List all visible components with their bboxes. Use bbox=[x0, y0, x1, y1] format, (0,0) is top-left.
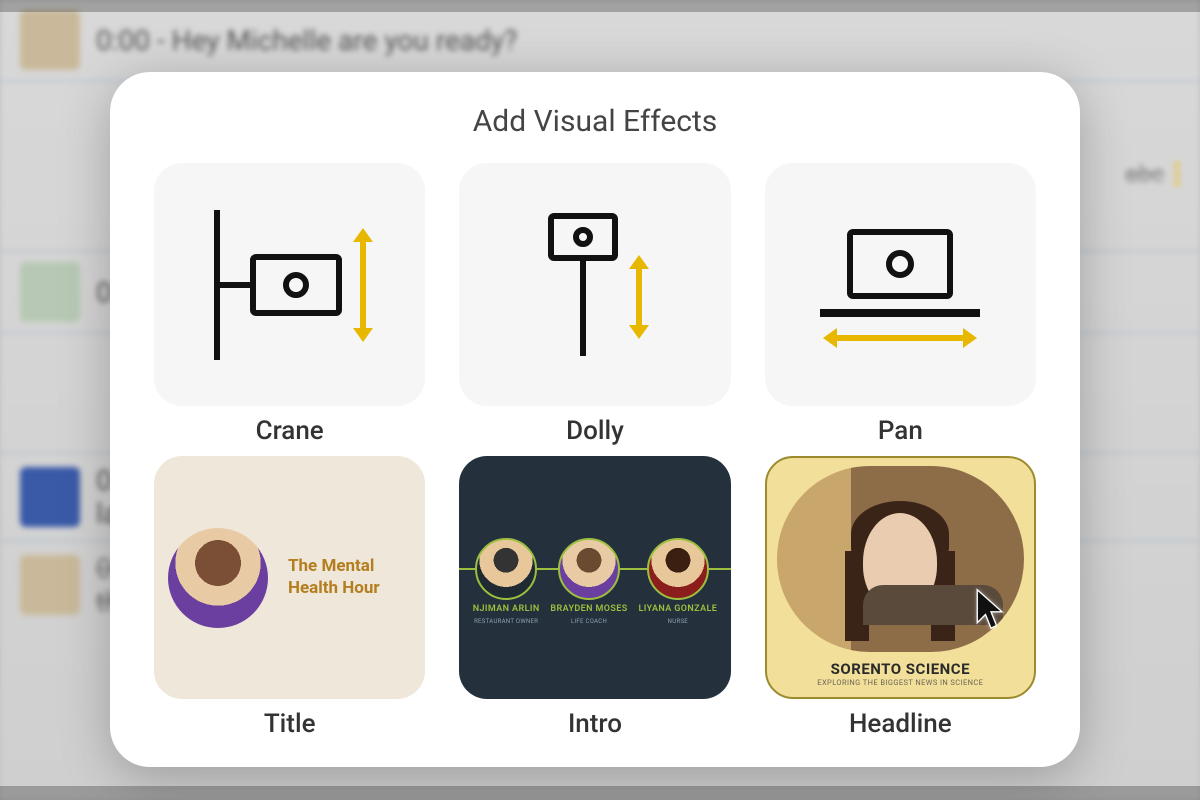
avatar bbox=[168, 528, 268, 628]
arrow-vertical-icon bbox=[360, 240, 366, 330]
intro-person-role: RESTAURANT OWNER bbox=[474, 618, 538, 625]
pan-icon bbox=[820, 229, 980, 341]
arrow-vertical-icon bbox=[636, 267, 642, 327]
effect-label: Headline bbox=[849, 709, 952, 739]
drag-handle-icon bbox=[1174, 162, 1180, 186]
effect-label: Intro bbox=[568, 709, 622, 739]
effect-headline[interactable]: SORENTO SCIENCE EXPLORING THE BIGGEST NE… bbox=[765, 456, 1036, 699]
topright-label: abc bbox=[1125, 160, 1180, 188]
clip-thumbnail bbox=[20, 262, 80, 322]
crane-icon bbox=[214, 210, 366, 360]
modal-title: Add Visual Effects bbox=[154, 104, 1036, 139]
effect-cell-headline: SORENTO SCIENCE EXPLORING THE BIGGEST NE… bbox=[765, 456, 1036, 739]
intro-person: LIYANA GONZALE NURSE bbox=[638, 538, 717, 625]
clip-thumbnail bbox=[20, 467, 80, 527]
visual-effects-modal: Add Visual Effects Crane bbox=[110, 72, 1080, 767]
effect-cell-intro: NJIMAN ARLIN RESTAURANT OWNER BRAYDEN MO… bbox=[459, 456, 730, 739]
effect-title[interactable]: The Mental Health Hour bbox=[154, 456, 425, 699]
dolly-icon bbox=[548, 213, 642, 356]
effect-cell-title: The Mental Health Hour Title bbox=[154, 456, 425, 739]
headline-subtitle: EXPLORING THE BIGGEST NEWS IN SCIENCE bbox=[817, 678, 983, 687]
effect-dolly[interactable] bbox=[459, 163, 730, 406]
avatar bbox=[475, 538, 537, 600]
headline-photo bbox=[777, 466, 1024, 652]
effect-pan[interactable] bbox=[765, 163, 1036, 406]
effects-grid: Crane Dolly bbox=[154, 163, 1036, 739]
effect-crane[interactable] bbox=[154, 163, 425, 406]
effect-label: Pan bbox=[878, 416, 923, 446]
clip-thumbnail bbox=[20, 555, 80, 615]
intro-person-name: BRAYDEN MOSES bbox=[550, 604, 627, 614]
effect-intro[interactable]: NJIMAN ARLIN RESTAURANT OWNER BRAYDEN MO… bbox=[459, 456, 730, 699]
effect-label: Crane bbox=[256, 416, 324, 446]
intro-person-name: LIYANA GONZALE bbox=[638, 604, 717, 614]
effect-label: Title bbox=[264, 709, 316, 739]
clip-thumbnail bbox=[20, 10, 80, 70]
headline-title: SORENTO SCIENCE bbox=[831, 660, 970, 678]
effect-cell-crane: Crane bbox=[154, 163, 425, 446]
intro-person-name: NJIMAN ARLIN bbox=[473, 604, 540, 614]
effect-cell-dolly: Dolly bbox=[459, 163, 730, 446]
transcript-line: 0:00 - Hey Michelle are you ready? bbox=[96, 24, 517, 57]
avatar bbox=[558, 538, 620, 600]
effect-cell-pan: Pan bbox=[765, 163, 1036, 446]
transcript-text: Hey Michelle are you ready? bbox=[172, 24, 518, 57]
arrow-horizontal-icon bbox=[835, 335, 965, 341]
intro-person-role: LIFE COACH bbox=[571, 618, 607, 625]
avatar bbox=[647, 538, 709, 600]
intro-person: NJIMAN ARLIN RESTAURANT OWNER bbox=[473, 538, 540, 625]
intro-person: BRAYDEN MOSES LIFE COACH bbox=[550, 538, 627, 625]
transcript-time: 0:00 bbox=[96, 24, 150, 57]
title-card-heading: The Mental Health Hour bbox=[288, 556, 411, 599]
effect-label: Dolly bbox=[566, 416, 624, 446]
intro-person-role: NURSE bbox=[668, 618, 688, 625]
